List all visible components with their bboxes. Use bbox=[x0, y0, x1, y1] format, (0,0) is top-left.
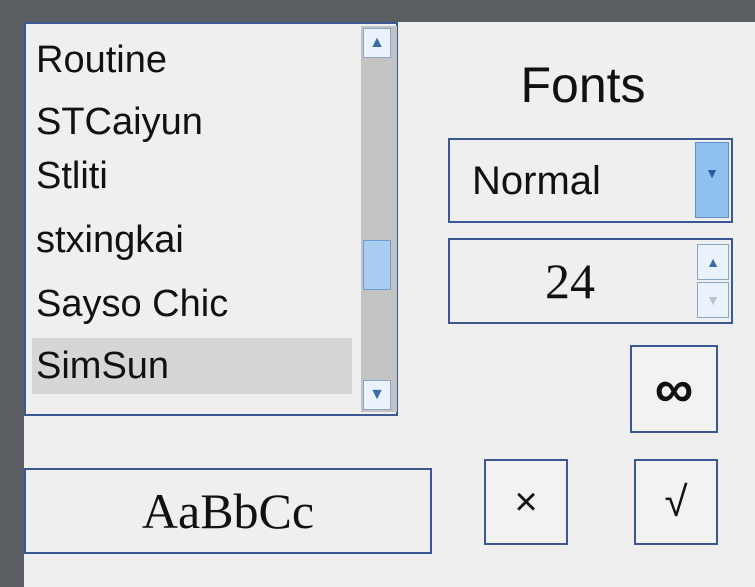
font-style-value: Normal bbox=[472, 159, 601, 203]
preview-text: AaBbCc bbox=[141, 483, 315, 539]
list-item[interactable]: Routine bbox=[32, 32, 352, 88]
chevron-up-icon: ▲ bbox=[706, 254, 720, 270]
dialog-title: Fonts bbox=[520, 57, 646, 113]
infinity-icon: ∞ bbox=[654, 359, 694, 419]
dropdown-button[interactable]: ▼ bbox=[695, 142, 729, 218]
chevron-down-icon: ▼ bbox=[369, 386, 385, 403]
decrement-button[interactable]: ▼ bbox=[697, 282, 729, 318]
list-item[interactable]: stxingkai bbox=[32, 212, 352, 268]
list-item[interactable]: STCaiyun bbox=[32, 94, 352, 150]
list-item-selected[interactable]: SimSun bbox=[32, 338, 352, 394]
font-list-scrollbar[interactable]: ▲ ▼ bbox=[361, 26, 397, 412]
font-size-value[interactable]: 24 bbox=[450, 240, 690, 322]
scroll-thumb[interactable] bbox=[363, 240, 391, 290]
link-button[interactable]: ∞ bbox=[630, 345, 718, 433]
close-icon: × bbox=[514, 479, 538, 524]
chevron-down-icon: ▼ bbox=[706, 292, 720, 308]
list-item[interactable]: Sayso Chic bbox=[32, 276, 352, 332]
increment-button[interactable]: ▲ bbox=[697, 244, 729, 280]
chevron-up-icon: ▲ bbox=[369, 34, 385, 51]
list-item[interactable]: Stliti bbox=[32, 148, 352, 204]
font-size-stepper[interactable]: 24 ▲ ▼ bbox=[448, 238, 733, 324]
chevron-down-icon: ▼ bbox=[705, 165, 719, 181]
font-list[interactable]: Routine STCaiyun Stliti stxingkai Sayso … bbox=[24, 22, 398, 416]
cancel-button[interactable]: × bbox=[484, 459, 568, 545]
checkmark-icon: √ bbox=[664, 478, 688, 525]
scroll-up-button[interactable]: ▲ bbox=[363, 28, 391, 58]
font-style-select[interactable]: Normal ▼ bbox=[448, 138, 733, 223]
ok-button[interactable]: √ bbox=[634, 459, 718, 545]
scroll-down-button[interactable]: ▼ bbox=[363, 380, 391, 410]
font-preview: AaBbCc bbox=[24, 468, 432, 554]
